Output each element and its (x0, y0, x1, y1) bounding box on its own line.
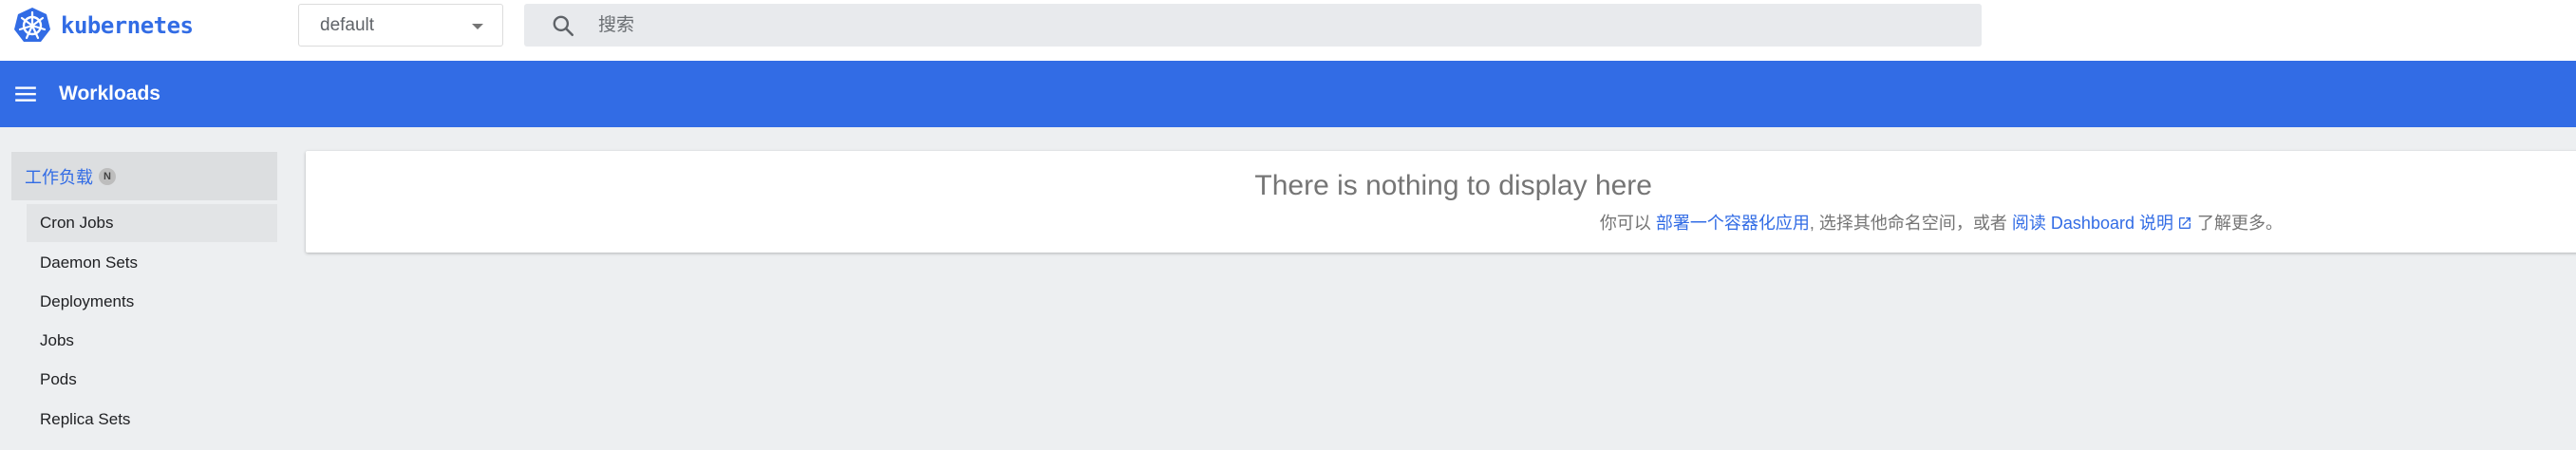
sidebar: 工作负载 N Cron Jobs Daemon Sets Deployments… (0, 127, 290, 450)
top-bar: kubernetes default (0, 0, 2576, 61)
hamburger-menu-icon[interactable] (13, 82, 38, 106)
deploy-app-link[interactable]: 部署一个容器化应用 (1656, 214, 1810, 233)
namespaced-badge: N (99, 167, 116, 185)
sidebar-item-label: Deployments (40, 292, 135, 310)
dropdown-arrow-icon (472, 24, 483, 29)
sidebar-item-jobs[interactable]: Jobs (27, 322, 277, 360)
brand-name: kubernetes (61, 12, 194, 39)
sidebar-item-label: Pods (40, 370, 77, 388)
page-title: Workloads (59, 83, 160, 104)
empty-state-message: 你可以 部署一个容器化应用, 选择其他命名空间，或者 阅读 Dashboard … (306, 210, 2283, 234)
sidebar-item-daemon-sets[interactable]: Daemon Sets (27, 244, 277, 282)
sidebar-item-label: Replica Sets (40, 410, 131, 428)
empty-state-heading: There is nothing to display here (1254, 170, 1652, 201)
sidebar-group-workloads[interactable]: 工作负载 N (11, 152, 277, 200)
open-in-new-icon (2178, 217, 2191, 229)
empty-state-card: There is nothing to display here 你可以 部署一… (306, 151, 2576, 253)
sidebar-item-replica-sets[interactable]: Replica Sets (27, 401, 277, 439)
page-toolbar: Workloads (0, 61, 2576, 127)
sidebar-group-label: 工作负载 (25, 167, 93, 187)
kubernetes-helm-wheel-icon (14, 8, 50, 42)
search-bar[interactable] (524, 4, 1982, 47)
sidebar-item-deployments[interactable]: Deployments (27, 283, 277, 321)
empty-state-text-suffix: 了解更多。 (2191, 214, 2283, 233)
docs-link-label: 阅读 Dashboard 说明 (2011, 214, 2173, 233)
search-input[interactable] (596, 13, 1929, 37)
search-icon (553, 15, 574, 36)
kubernetes-logo[interactable]: kubernetes (12, 6, 194, 46)
dashboard-docs-link[interactable]: 阅读 Dashboard 说明 (2012, 214, 2192, 233)
namespace-select[interactable]: default (298, 4, 503, 47)
empty-state-text-middle: , 选择其他命名空间，或者 (1809, 214, 2012, 233)
namespace-value: default (320, 14, 375, 35)
empty-state-text-prefix: 你可以 (1599, 214, 1656, 233)
sidebar-item-pods[interactable]: Pods (27, 361, 277, 399)
sidebar-item-label: Daemon Sets (40, 253, 138, 272)
sidebar-item-label: Jobs (40, 331, 74, 349)
sidebar-item-cron-jobs[interactable]: Cron Jobs (27, 204, 277, 242)
sidebar-item-label: Cron Jobs (40, 214, 114, 232)
